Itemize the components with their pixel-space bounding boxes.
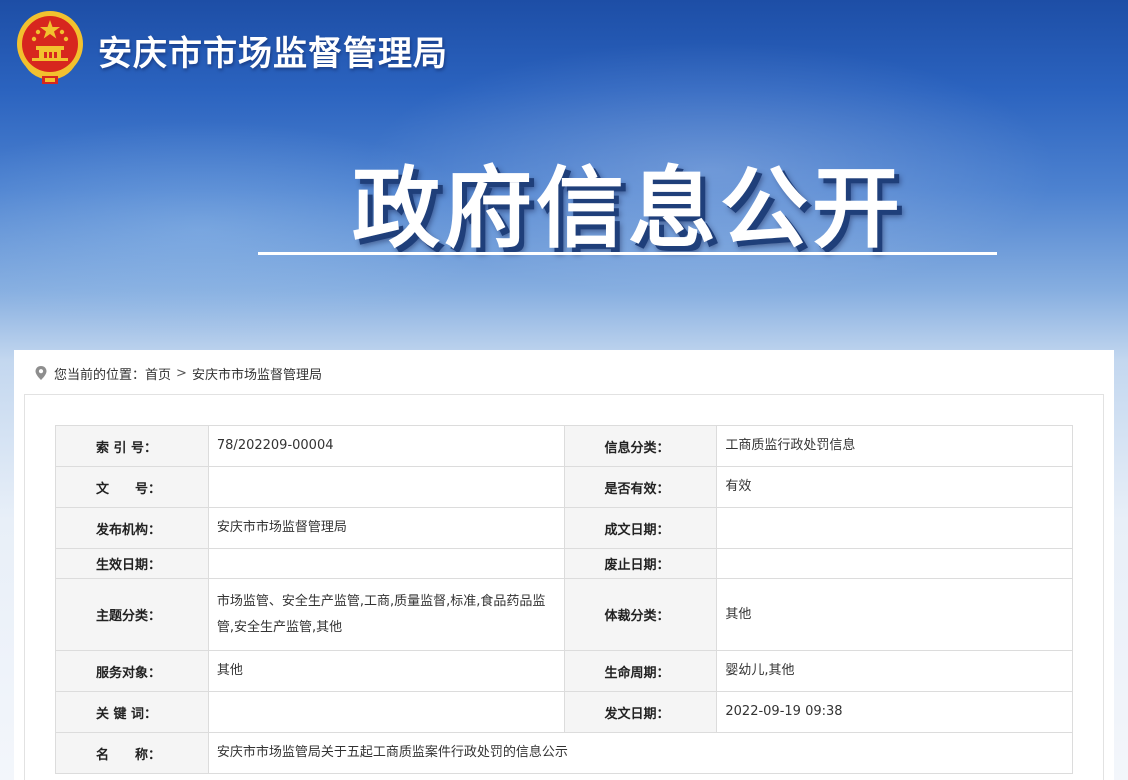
genre-category-label: 体裁分类： <box>563 578 718 651</box>
national-emblem-icon <box>17 11 83 84</box>
title-label: 名 称： <box>55 732 209 774</box>
publisher-label: 发布机构： <box>55 507 209 549</box>
info-category-label: 信息分类： <box>563 425 718 467</box>
service-target-label: 服务对象： <box>55 650 209 692</box>
table-row: 索 引 号： 78/202209-00004 信息分类： 工商质监行政处罚信息 <box>55 425 1073 467</box>
topic-category-value: 市场监管、安全生产监管,工商,质量监督,标准,食品药品监管,安全生产监管,其他 <box>207 578 565 651</box>
issue-date-value: 2022-09-19 09:38 <box>716 691 1073 733</box>
keywords-label: 关 键 词： <box>55 691 209 733</box>
breadcrumb-home-link[interactable]: 首页 <box>145 364 171 383</box>
table-row: 名 称： 安庆市市场监管局关于五起工商质监案件行政处罚的信息公示 <box>55 732 1074 774</box>
written-date-label: 成文日期： <box>563 507 718 549</box>
breadcrumb: 您当前的位置： 首页 > 安庆市市场监督管理局 <box>34 364 322 383</box>
location-pin-icon <box>35 366 47 380</box>
service-target-value: 其他 <box>207 650 565 692</box>
index-number-value: 78/202209-00004 <box>207 425 565 467</box>
info-category-value: 工商质监行政处罚信息 <box>716 425 1073 467</box>
life-cycle-label: 生命周期： <box>563 650 718 692</box>
validity-label: 是否有效： <box>563 466 718 508</box>
genre-category-value: 其他 <box>716 578 1073 651</box>
topic-category-label: 主题分类： <box>55 578 209 651</box>
keywords-value <box>207 691 565 733</box>
document-number-label: 文 号： <box>55 466 209 508</box>
title-value: 安庆市市场监管局关于五起工商质监案件行政处罚的信息公示 <box>207 732 1074 774</box>
table-row: 主题分类： 市场监管、安全生产监管,工商,质量监督,标准,食品药品监管,安全生产… <box>55 578 1073 651</box>
breadcrumb-current-link[interactable]: 安庆市市场监督管理局 <box>192 364 322 383</box>
validity-value: 有效 <box>716 466 1073 508</box>
hero-divider <box>258 252 997 255</box>
site-title[interactable]: 安庆市市场监督管理局 <box>98 26 448 75</box>
table-row: 生效日期： 废止日期： <box>55 548 1073 579</box>
content-panel: 您当前的位置： 首页 > 安庆市市场监督管理局 索 引 号： 78/202209… <box>14 350 1114 780</box>
index-number-label: 索 引 号： <box>55 425 209 467</box>
metadata-table: 索 引 号： 78/202209-00004 信息分类： 工商质监行政处罚信息 … <box>55 425 1074 774</box>
article-frame: 索 引 号： 78/202209-00004 信息分类： 工商质监行政处罚信息 … <box>24 394 1104 780</box>
breadcrumb-prefix: 您当前的位置： <box>54 367 146 383</box>
expiry-date-value <box>716 548 1073 579</box>
table-row: 发布机构： 安庆市市场监督管理局 成文日期： <box>55 507 1073 549</box>
table-row: 文 号： 是否有效： 有效 <box>55 466 1073 508</box>
hero-title: 政府信息公开 <box>351 157 904 260</box>
effective-date-value <box>207 548 565 579</box>
life-cycle-value: 婴幼儿,其他 <box>716 650 1073 692</box>
document-number-value <box>207 466 565 508</box>
written-date-value <box>716 507 1073 549</box>
expiry-date-label: 废止日期： <box>563 548 718 579</box>
effective-date-label: 生效日期： <box>55 548 209 579</box>
table-row: 服务对象： 其他 生命周期： 婴幼儿,其他 <box>55 650 1073 692</box>
table-row: 关 键 词： 发文日期： 2022-09-19 09:38 <box>55 691 1073 733</box>
issue-date-label: 发文日期： <box>563 691 718 733</box>
publisher-value: 安庆市市场监督管理局 <box>207 507 565 549</box>
breadcrumb-separator: > <box>176 365 187 381</box>
